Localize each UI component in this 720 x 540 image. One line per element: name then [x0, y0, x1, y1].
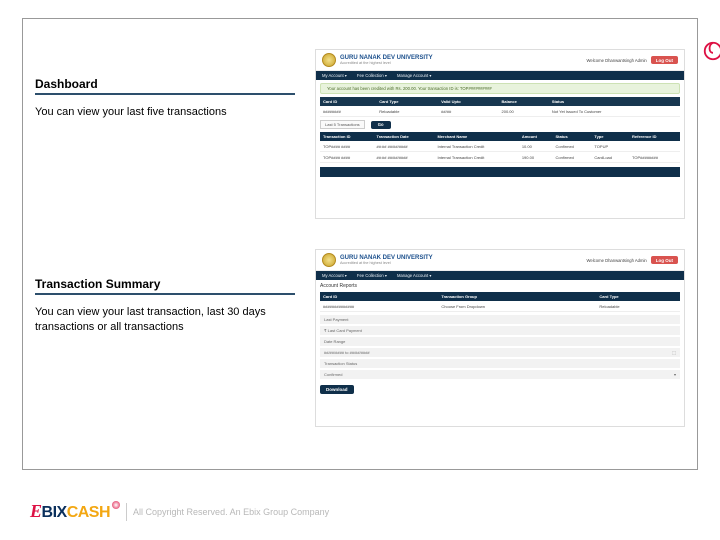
col-valid-upto: Valid Upto	[438, 97, 498, 106]
col-tx-group: Transaction Group	[438, 292, 596, 301]
dark-footer-strip	[320, 167, 680, 177]
ebixcash-logo: EBIXCASH	[30, 501, 120, 522]
tx-status-row: Transaction Status	[320, 359, 680, 368]
filter-dropdown[interactable]: Last 5 Transactions	[320, 120, 365, 129]
col-txstatus: Status	[552, 132, 591, 141]
last-payment-value: ₹ Last Card Payment	[320, 326, 680, 335]
copyright-text: All Copyright Reserved. An Ebix Group Co…	[133, 507, 329, 517]
welcome-text: Welcome Dhanwantsingh Admin	[587, 258, 647, 263]
university-tagline: Accredited at the highest level	[340, 61, 433, 65]
account-reports-label: Account Reports	[320, 283, 680, 289]
card-summary-table: Card ID Card Type Valid Upto Balance Sta…	[320, 97, 680, 117]
decorative-swirl-icon	[702, 40, 720, 62]
col-card-id: Card ID	[320, 292, 438, 301]
date-range-row: Date Range	[320, 337, 680, 346]
col-txid: Transaction ID	[320, 132, 374, 141]
tx-status-value: Confirmed ▾	[320, 370, 680, 379]
table-row: TOP#### ######:## ##/##/####Internal Tra…	[320, 141, 680, 152]
col-type: Type	[591, 132, 629, 141]
university-tagline: Accredited at the highest level	[340, 261, 433, 265]
nav-bar: My Account ▾ Fee Collection ▾ Manage Acc…	[316, 71, 684, 80]
col-amount: Amount	[519, 132, 553, 141]
logout-button[interactable]: Log Out	[651, 256, 678, 264]
dashboard-screenshot: GURU NANAK DEV UNIVERSITY Accredited at …	[315, 49, 685, 219]
txsummary-desc: You can view your last transaction, last…	[35, 305, 295, 335]
last-payment-row: Last Payment	[320, 315, 680, 324]
logo-dot-icon	[112, 501, 120, 509]
col-merchant: Merchant Name	[434, 132, 518, 141]
col-card-type: Card Type	[376, 97, 438, 106]
col-balance: Balance	[499, 97, 549, 106]
col-card-type: Card Type	[596, 292, 680, 301]
date-range-value: ##/##/#### to ##/##/#### ⬚	[320, 348, 680, 357]
table-row: ############## Choose From Dropdown Relo…	[320, 301, 680, 312]
welcome-text: Welcome Dhanwantsingh Admin	[587, 58, 647, 63]
report-filter-table: Card ID Transaction Group Card Type ####…	[320, 292, 680, 312]
nav-my-account[interactable]: My Account ▾	[322, 273, 347, 278]
col-card-id: Card ID	[320, 97, 376, 106]
university-logo-icon	[322, 53, 336, 67]
nav-manage-account[interactable]: Manage Account ▾	[397, 273, 431, 278]
col-status: Status	[549, 97, 680, 106]
table-row: TOP#### ######:## ##/##/####Internal Tra…	[320, 152, 680, 163]
dashboard-heading: Dashboard	[35, 77, 295, 95]
logout-button[interactable]: Log Out	[651, 56, 678, 64]
col-ref: Reference ID	[629, 132, 680, 141]
transactions-table: Transaction ID Transaction Date Merchant…	[320, 132, 680, 163]
download-button[interactable]: Download	[320, 385, 354, 394]
txsummary-heading: Transaction Summary	[35, 277, 295, 295]
col-txdate: Transaction Date	[374, 132, 435, 141]
table-row: ######## Reloadable ##/## 200.00 Not Yet…	[320, 106, 680, 117]
page-footer: EBIXCASH All Copyright Reserved. An Ebix…	[30, 501, 690, 522]
university-logo-icon	[322, 253, 336, 267]
txsummary-screenshot: GURU NANAK DEV UNIVERSITY Accredited at …	[315, 249, 685, 427]
nav-bar: My Account ▾ Fee Collection ▾ Manage Acc…	[316, 271, 684, 280]
nav-fee-collection[interactable]: Fee Collection ▾	[357, 273, 387, 278]
dashboard-desc: You can view your last five transactions	[35, 105, 295, 120]
nav-fee-collection[interactable]: Fee Collection ▾	[357, 73, 387, 78]
nav-my-account[interactable]: My Account ▾	[322, 73, 347, 78]
nav-manage-account[interactable]: Manage Account ▾	[397, 73, 431, 78]
go-button[interactable]: Go	[371, 121, 391, 129]
credit-notice: Your account has been credited with Rs. …	[320, 83, 680, 94]
